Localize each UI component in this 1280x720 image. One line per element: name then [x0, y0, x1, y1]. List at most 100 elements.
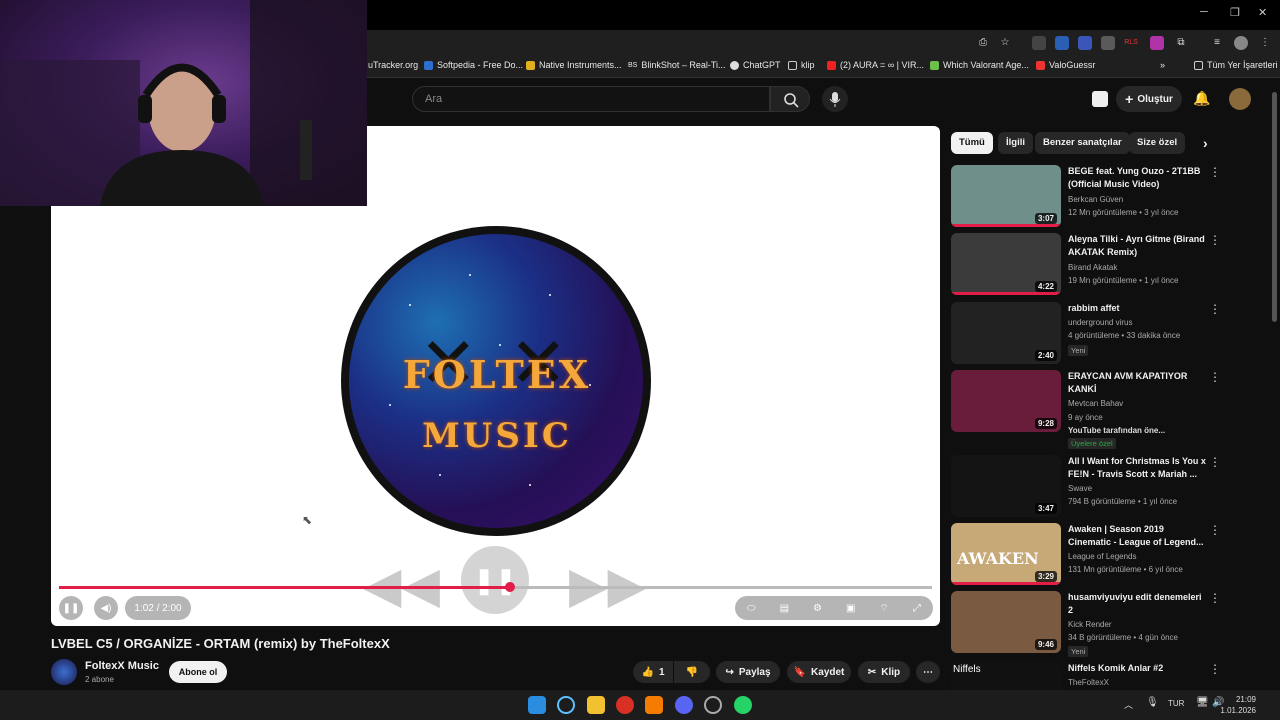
- channel-name[interactable]: FoltexX Music: [85, 660, 159, 672]
- big-pause-button[interactable]: ❚❚: [461, 546, 529, 614]
- volume-icon[interactable]: ◀): [94, 596, 118, 620]
- recommendation-item[interactable]: 3:47 All I Want for Christmas Is You x F…: [951, 455, 1231, 521]
- recommendation-item[interactable]: 3:07 BEGE feat. Yung Ouzo - 2T1BB (Offic…: [951, 165, 1231, 231]
- cast-icon[interactable]: ⌔: [879, 602, 888, 615]
- discord-icon[interactable]: [675, 696, 693, 714]
- recommendation-channel[interactable]: Kick Render: [1068, 620, 1112, 629]
- chip-related[interactable]: İlgili: [998, 132, 1033, 154]
- restore-icon[interactable]: ❐: [1230, 6, 1240, 19]
- bookmark-star-icon[interactable]: ☆: [998, 36, 1012, 50]
- chip-similar-artists[interactable]: Benzer sanatçılar: [1035, 132, 1130, 154]
- search-input[interactable]: Ara: [412, 86, 770, 112]
- extension-badge-icon[interactable]: [1092, 91, 1108, 107]
- recommendation-title[interactable]: husamviyuviyu edit denemeleri 2: [1068, 591, 1206, 617]
- extension-icon[interactable]: [1101, 36, 1115, 50]
- recommendation-item[interactable]: Niffels Niffels Komik Anlar #2 TheFoltex…: [951, 662, 1231, 690]
- all-bookmarks[interactable]: Tüm Yer İşaretleri: [1194, 60, 1278, 70]
- more-options-icon[interactable]: ⋮: [1209, 455, 1221, 469]
- pause-button[interactable]: ❚❚: [59, 596, 83, 620]
- settings-gear-icon[interactable]: ⚙: [813, 603, 822, 614]
- more-options-icon[interactable]: ⋮: [1209, 165, 1221, 179]
- video-thumbnail[interactable]: 4:22: [951, 233, 1061, 295]
- recommendation-title[interactable]: All I Want for Christmas Is You x FE!N -…: [1068, 455, 1206, 481]
- like-button[interactable]: 👍 1: [633, 661, 673, 683]
- more-options-icon[interactable]: ⋮: [1209, 233, 1221, 247]
- recommendation-channel[interactable]: underground virus: [1068, 318, 1132, 327]
- dislike-button[interactable]: 👎: [674, 661, 710, 683]
- bookmark-item[interactable]: ValoGuessr: [1036, 60, 1095, 70]
- voice-search-button[interactable]: [822, 86, 848, 112]
- whatsapp-icon[interactable]: [734, 696, 752, 714]
- recommendation-item[interactable]: 4:22 Aleyna Tilki - Ayrı Gitme (Birand A…: [951, 233, 1231, 299]
- search-button[interactable]: [770, 86, 810, 112]
- recommendation-channel[interactable]: Swave: [1068, 484, 1092, 493]
- share-button[interactable]: ↪ Paylaş: [716, 661, 780, 683]
- extension-icon[interactable]: [1078, 36, 1092, 50]
- clock-time[interactable]: 21:09: [1236, 695, 1256, 704]
- menu-kebab-icon[interactable]: ⋮: [1258, 36, 1272, 50]
- chip-for-you[interactable]: Size özel: [1129, 132, 1186, 154]
- video-thumbnail[interactable]: 2:40: [951, 302, 1061, 364]
- video-thumbnail[interactable]: 3:47: [951, 455, 1061, 517]
- bookmark-item[interactable]: Softpedia - Free Do...: [424, 60, 523, 70]
- recommendation-item[interactable]: 9:46 husamviyuviyu edit denemeleri 2 Kic…: [951, 591, 1231, 657]
- fast-forward-icon[interactable]: ▶▶: [569, 556, 646, 614]
- minimize-icon[interactable]: ─: [1200, 6, 1208, 18]
- profile-avatar[interactable]: [1234, 36, 1248, 50]
- brave-icon[interactable]: [645, 696, 663, 714]
- steam-icon[interactable]: [704, 696, 722, 714]
- tray-chevron-icon[interactable]: ︿: [1124, 698, 1133, 711]
- chip-all[interactable]: Tümü: [951, 132, 993, 154]
- more-actions-icon[interactable]: ⋯: [916, 661, 940, 683]
- bookmark-folder[interactable]: klip: [788, 60, 815, 70]
- recommendation-title[interactable]: Niffels Komik Anlar #2: [1068, 662, 1206, 675]
- video-thumbnail[interactable]: AWAKEN 3:29: [951, 523, 1061, 585]
- video-thumbnail[interactable]: Niffels: [951, 662, 1061, 690]
- media-control-icon[interactable]: ≡: [1210, 36, 1224, 50]
- close-icon[interactable]: ✕: [1258, 6, 1267, 19]
- create-button[interactable]: + Oluştur: [1116, 86, 1182, 112]
- extension-icon[interactable]: [1150, 36, 1164, 50]
- recommendation-channel[interactable]: Berkcan Güven: [1068, 195, 1123, 204]
- more-options-icon[interactable]: ⋮: [1209, 370, 1221, 384]
- recommendation-channel[interactable]: TheFoltexX: [1068, 678, 1109, 687]
- microphone-tray-icon[interactable]: 🎙: [1146, 697, 1159, 708]
- install-app-icon[interactable]: ⎙: [976, 36, 990, 50]
- video-thumbnail[interactable]: 3:07: [951, 165, 1061, 227]
- bookmark-item[interactable]: Which Valorant Age...: [930, 60, 1029, 70]
- account-avatar[interactable]: [1229, 88, 1251, 110]
- more-options-icon[interactable]: ⋮: [1209, 591, 1221, 605]
- rewind-icon[interactable]: ◀◀: [363, 556, 440, 614]
- extension-translate-icon[interactable]: [1055, 36, 1069, 50]
- subscribe-button[interactable]: Abone ol: [169, 661, 227, 683]
- recommendation-channel[interactable]: Mevtcan Bahav: [1068, 399, 1123, 408]
- recommendation-item[interactable]: 9:28 ERAYCAN AVM KAPATIYOR KANKİ Mevtcan…: [951, 370, 1231, 450]
- more-options-icon[interactable]: ⋮: [1209, 662, 1221, 676]
- extension-rls-icon[interactable]: RLS: [1124, 36, 1138, 50]
- subtitles-icon[interactable]: ▤: [780, 603, 789, 614]
- chevron-right-icon[interactable]: ›: [1195, 132, 1216, 154]
- bookmark-item[interactable]: (2) AURA = ∞ | VIR...: [827, 60, 924, 70]
- recommendation-title[interactable]: Aleyna Tilki - Ayrı Gitme (Birand AKATAK…: [1068, 233, 1206, 259]
- more-options-icon[interactable]: ⋮: [1209, 302, 1221, 316]
- recommendation-channel[interactable]: League of Legends: [1068, 552, 1137, 561]
- page-scrollbar[interactable]: [1272, 92, 1277, 322]
- more-options-icon[interactable]: ⋮: [1209, 523, 1221, 537]
- recommendation-title[interactable]: Awaken | Season 2019 Cinematic - League …: [1068, 523, 1206, 549]
- recommendation-channel[interactable]: Birand Akatak: [1068, 263, 1117, 272]
- clip-button[interactable]: ✂ Klip: [858, 661, 910, 683]
- video-thumbnail[interactable]: 9:28: [951, 370, 1061, 432]
- miniplayer-icon[interactable]: ▣: [846, 603, 855, 614]
- save-button[interactable]: 🔖 Kaydet: [787, 661, 851, 683]
- recommendation-title[interactable]: BEGE feat. Yung Ouzo - 2T1BB (Official M…: [1068, 165, 1206, 191]
- extension-icon[interactable]: [1032, 36, 1046, 50]
- bookmark-item[interactable]: ChatGPT: [730, 60, 781, 70]
- recommendation-title[interactable]: ERAYCAN AVM KAPATIYOR KANKİ: [1068, 370, 1206, 396]
- recommendation-title[interactable]: rabbim affet: [1068, 302, 1206, 315]
- search-icon[interactable]: [557, 696, 575, 714]
- bookmark-item[interactable]: BS BlinkShot – Real-Ti...: [628, 60, 726, 70]
- bookmark-item[interactable]: Native Instruments...: [526, 60, 622, 70]
- language-indicator[interactable]: TUR: [1168, 699, 1184, 708]
- clock-date[interactable]: 1.01.2026: [1220, 706, 1256, 715]
- recommendation-item[interactable]: 2:40 rabbim affet underground virus 4 gö…: [951, 302, 1231, 368]
